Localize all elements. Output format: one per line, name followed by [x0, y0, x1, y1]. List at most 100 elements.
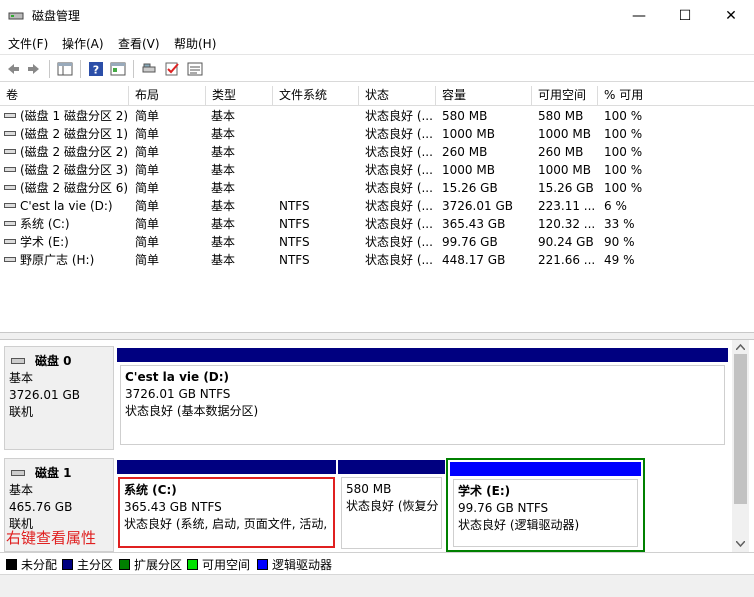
- table-cell-status: 状态良好 (...: [365, 217, 433, 231]
- help-icon: ?: [89, 62, 103, 77]
- console-tree-icon: [57, 62, 73, 76]
- table-cell-vol: (磁盘 2 磁盘分区 6): [20, 181, 129, 195]
- table-cell-fs: NTFS: [279, 253, 310, 267]
- partition-d-status: 状态良好 (基本数据分区): [125, 404, 259, 418]
- table-cell-vol: 野原广志 (H:): [20, 253, 95, 267]
- scroll-thumb[interactable]: [734, 354, 747, 504]
- table-row[interactable]: 野原广志 (H:) 简单 基本 NTFS 状态良好 (... 448.17 GB 221.6…: [0, 251, 754, 269]
- status-bar: [0, 574, 754, 597]
- scroll-down-icon[interactable]: [736, 541, 745, 547]
- table-cell-pct: 100 %: [604, 127, 643, 141]
- table-cell-free: 1000 MB: [538, 127, 591, 141]
- volume-icon: [4, 113, 16, 118]
- check-icon: [165, 62, 179, 76]
- table-cell-vol: 学术 (E:): [20, 235, 69, 249]
- column-header-capacity[interactable]: 容量: [436, 86, 532, 106]
- table-row[interactable]: (磁盘 2 磁盘分区 2) 简单 基本 状态良好 (... 260 MB 260 MB 10…: [0, 143, 754, 161]
- column-header-type[interactable]: 类型: [206, 86, 273, 106]
- check-button[interactable]: [162, 59, 182, 79]
- table-cell-layout: 简单: [135, 199, 160, 213]
- table-cell-status: 状态良好 (...: [365, 163, 433, 177]
- table-cell-cap: 99.76 GB: [442, 235, 498, 249]
- menu-view[interactable]: 查看(V): [118, 35, 160, 52]
- svg-text:?: ?: [93, 64, 99, 77]
- graph-scrollbar[interactable]: [732, 340, 749, 552]
- table-row[interactable]: (磁盘 2 磁盘分区 1) 简单 基本 状态良好 (... 1000 MB 1000 MB…: [0, 125, 754, 143]
- disk-0-state: 联机: [9, 405, 34, 419]
- partition-recovery[interactable]: 580 MB 状态良好 (恢复分: [338, 460, 445, 552]
- partition-d-size: 3726.01 GB NTFS: [125, 387, 231, 401]
- volume-list: 卷 布局 类型 文件系统 状态 容量 可用空间 % 可用 (磁盘 1 磁盘分区 …: [0, 86, 754, 332]
- disk-0-size: 3726.01 GB: [9, 388, 80, 402]
- volume-icon: [4, 131, 16, 136]
- partition-c-title: 系统 (C:): [124, 483, 177, 497]
- back-icon: [8, 64, 19, 74]
- maximize-button[interactable]: ☐: [662, 0, 708, 31]
- disk-0-label[interactable]: 磁盘 0 基本 3726.01 GB 联机: [4, 346, 114, 450]
- pane-splitter[interactable]: [0, 332, 754, 340]
- volume-icon: [4, 149, 16, 154]
- table-cell-cap: 3726.01 GB: [442, 199, 513, 213]
- table-cell-cap: 365.43 GB: [442, 217, 506, 231]
- table-cell-fs: NTFS: [279, 199, 310, 213]
- table-cell-type: 基本: [211, 235, 236, 249]
- menu-action[interactable]: 操作(A): [62, 35, 104, 52]
- column-header-layout[interactable]: 布局: [129, 86, 206, 106]
- table-cell-type: 基本: [211, 217, 236, 231]
- table-row[interactable]: C'est la vie (D:) 简单 基本 NTFS 状态良好 (... 3726.0…: [0, 197, 754, 215]
- minimize-button[interactable]: —: [616, 0, 662, 31]
- partition-bar-primary: [338, 460, 445, 474]
- forward-button[interactable]: [24, 59, 44, 79]
- disk-1-size: 465.76 GB: [9, 500, 73, 514]
- table-cell-vol: (磁盘 2 磁盘分区 2): [20, 145, 129, 159]
- menu-file[interactable]: 文件(F): [8, 35, 48, 52]
- partition-e[interactable]: 学术 (E:) 99.76 GB NTFS 状态良好 (逻辑驱动器): [450, 462, 641, 550]
- volume-icon: [4, 257, 16, 262]
- legend-swatch: [119, 558, 130, 570]
- connect-button[interactable]: [139, 59, 159, 79]
- legend-swatch: [62, 558, 73, 570]
- table-cell-free: 221.66 ...: [538, 253, 596, 267]
- partition-d[interactable]: C'est la vie (D:) 3726.01 GB NTFS 状态良好 (…: [117, 348, 728, 448]
- table-row[interactable]: (磁盘 2 磁盘分区 6) 简单 基本 状态良好 (... 15.26 GB 15.26 …: [0, 179, 754, 197]
- column-header-filesystem[interactable]: 文件系统: [273, 86, 359, 106]
- table-cell-status: 状态良好 (...: [365, 253, 433, 267]
- legend: 未分配 主分区 扩展分区 可用空间 逻辑驱动器: [0, 552, 754, 574]
- properties-button[interactable]: [108, 59, 128, 79]
- table-cell-free: 260 MB: [538, 145, 584, 159]
- table-cell-layout: 简单: [135, 145, 160, 159]
- table-row[interactable]: 学术 (E:) 简单 基本 NTFS 状态良好 (... 99.76 GB 90.24 GB…: [0, 233, 754, 251]
- volume-icon: [4, 221, 16, 226]
- partition-c[interactable]: 系统 (C:) 365.43 GB NTFS 状态良好 (系统, 启动, 页面文…: [117, 460, 336, 552]
- close-button[interactable]: ✕: [708, 0, 754, 31]
- column-header-volume[interactable]: 卷: [0, 86, 129, 106]
- back-button[interactable]: [3, 59, 23, 79]
- table-row[interactable]: 系统 (C:) 简单 基本 NTFS 状态良好 (... 365.43 GB 120.32 …: [0, 215, 754, 233]
- list-view-button[interactable]: [185, 59, 205, 79]
- column-header-status[interactable]: 状态: [359, 86, 436, 106]
- table-cell-layout: 简单: [135, 181, 160, 195]
- volume-icon: [4, 185, 16, 190]
- table-cell-vol: 系统 (C:): [20, 217, 70, 231]
- help-button[interactable]: ?: [86, 59, 106, 79]
- table-cell-layout: 简单: [135, 163, 160, 177]
- table-row[interactable]: (磁盘 2 磁盘分区 3) 简单 基本 状态良好 (... 1000 MB 1000 MB…: [0, 161, 754, 179]
- partition-bar-logical: [450, 462, 641, 476]
- properties-icon: [110, 62, 126, 76]
- table-cell-cap: 15.26 GB: [442, 181, 498, 195]
- table-cell-status: 状态良好 (...: [365, 181, 433, 195]
- table-row[interactable]: (磁盘 1 磁盘分区 2) 简单 基本 状态良好 (... 580 MB 580 MB 10…: [0, 107, 754, 125]
- column-header-percent-free[interactable]: % 可用: [598, 86, 754, 106]
- legend-swatch: [257, 558, 268, 570]
- column-header-free-space[interactable]: 可用空间: [532, 86, 598, 106]
- table-cell-pct: 49 %: [604, 253, 635, 267]
- partition-bar-primary: [117, 348, 728, 362]
- console-tree-button[interactable]: [55, 59, 75, 79]
- menu-help[interactable]: 帮助(H): [174, 35, 216, 52]
- legend-free-space: 可用空间: [187, 557, 250, 572]
- legend-extended: 扩展分区: [119, 557, 182, 572]
- table-cell-type: 基本: [211, 145, 236, 159]
- legend-primary: 主分区: [62, 557, 113, 572]
- scroll-up-icon[interactable]: [736, 344, 745, 350]
- table-cell-fs: NTFS: [279, 217, 310, 231]
